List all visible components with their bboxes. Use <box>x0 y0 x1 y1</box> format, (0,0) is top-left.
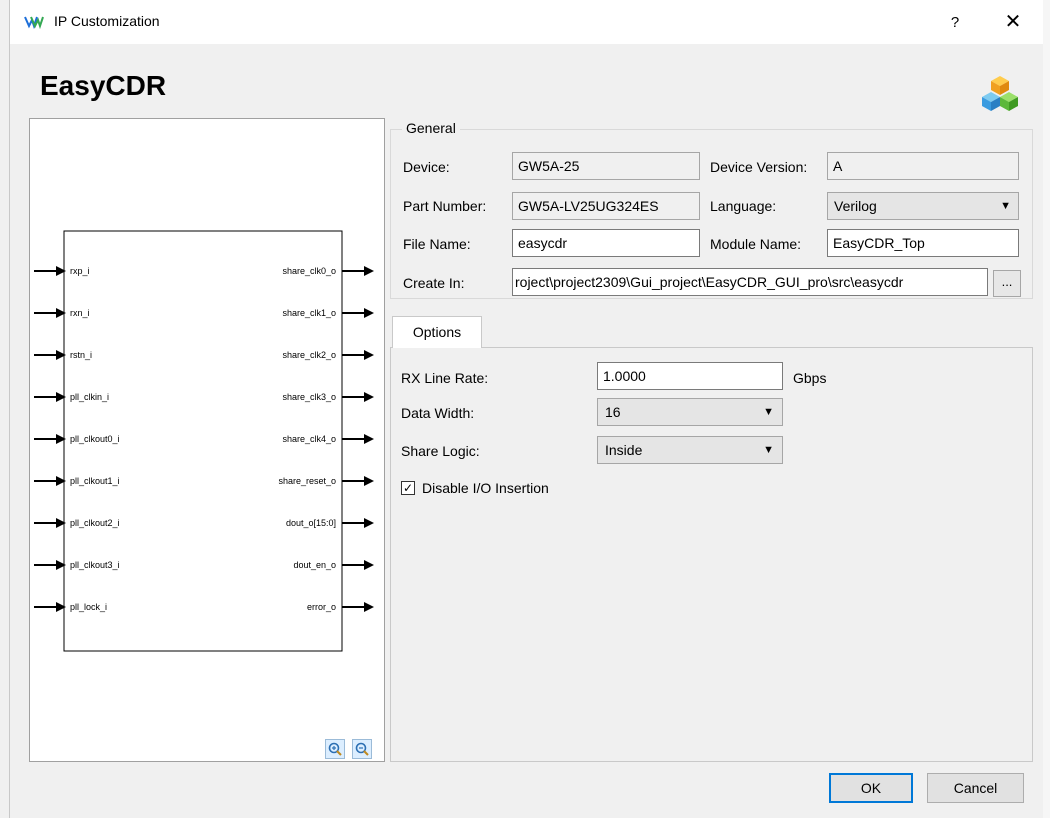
general-group-legend: General <box>402 120 460 136</box>
language-label: Language: <box>710 198 777 214</box>
device-version-field: A <box>827 152 1019 180</box>
dropdown-arrow-icon: ▼ <box>1000 200 1011 212</box>
cancel-button[interactable]: Cancel <box>927 773 1024 803</box>
window-title: IP Customization <box>54 13 160 29</box>
dialog-content: EasyCDR rxp_i rxn_i rstn_i pll_clkin_i pll_c… <box>10 44 1043 818</box>
output-port-arrow-icon <box>364 560 374 570</box>
output-port-arrow-icon <box>364 434 374 444</box>
ip-cubes-icon <box>982 76 1018 111</box>
device-field: GW5A-25 <box>512 152 700 180</box>
background-window-edge-right <box>1042 0 1050 818</box>
help-button[interactable]: ? <box>940 10 970 36</box>
output-port-arrow-icon <box>364 476 374 486</box>
part-number-label: Part Number: <box>403 198 487 214</box>
part-number-field: GW5A-LV25UG324ES <box>512 192 700 220</box>
output-port-arrow-icon <box>364 308 374 318</box>
output-port-arrow-icon <box>364 602 374 612</box>
input-port-label: pll_clkout0_i <box>70 434 120 444</box>
output-port-label: share_clk2_o <box>282 350 336 360</box>
disable-io-label[interactable]: Disable I/O Insertion <box>422 480 549 496</box>
dropdown-arrow-icon: ▼ <box>763 444 774 456</box>
output-port-arrow-icon <box>364 350 374 360</box>
rx-line-rate-label: RX Line Rate: <box>401 370 489 386</box>
output-port-arrow-icon <box>364 266 374 276</box>
title-bar[interactable]: IP Customization ? ✕ <box>10 0 1043 44</box>
share-logic-select[interactable]: Inside ▼ <box>597 436 783 464</box>
input-port-label: pll_clkin_i <box>70 392 109 402</box>
output-port-label: share_clk3_o <box>282 392 336 402</box>
device-version-label: Device Version: <box>710 159 808 175</box>
gowin-logo-icon <box>24 16 44 30</box>
file-name-input[interactable]: easycdr <box>512 229 700 257</box>
disable-io-checkbox[interactable]: ✓ <box>401 481 415 495</box>
input-port-label: pll_clkout1_i <box>70 476 120 486</box>
input-port-label: rxp_i <box>70 266 90 276</box>
close-button[interactable]: ✕ <box>995 8 1031 36</box>
create-in-input[interactable]: roject\project2309\Gui_project\EasyCDR_G… <box>512 268 988 296</box>
zoom-out-icon[interactable] <box>352 739 372 759</box>
output-port-label: share_clk4_o <box>282 434 336 444</box>
language-select[interactable]: Verilog ▼ <box>827 192 1019 220</box>
zoom-in-icon[interactable] <box>325 739 345 759</box>
module-name-input[interactable]: EasyCDR_Top <box>827 229 1019 257</box>
ip-symbol-panel[interactable]: rxp_i rxn_i rstn_i pll_clkin_i pll_clkout0_i… <box>29 118 385 762</box>
rx-line-rate-input[interactable]: 1.0000 <box>597 362 783 390</box>
tab-options[interactable]: Options <box>392 316 482 348</box>
output-port-label: dout_en_o <box>293 560 336 570</box>
share-logic-label: Share Logic: <box>401 443 480 459</box>
background-window-edge <box>0 0 10 818</box>
output-port-label: error_o <box>307 602 336 612</box>
ip-customization-dialog: IP Customization ? ✕ EasyCDR rxp_i rxn_i r… <box>10 0 1043 818</box>
checkmark-icon: ✓ <box>402 481 414 495</box>
data-width-label: Data Width: <box>401 405 475 421</box>
input-port-label: pll_clkout2_i <box>70 518 120 528</box>
browse-button[interactable]: ... <box>993 270 1021 297</box>
ok-button[interactable]: OK <box>829 773 913 803</box>
language-select-value: Verilog <box>834 198 877 214</box>
output-port-label: share_clk1_o <box>282 308 336 318</box>
data-width-select[interactable]: 16 ▼ <box>597 398 783 426</box>
input-port-label: pll_lock_i <box>70 602 107 612</box>
input-port-label: rxn_i <box>70 308 90 318</box>
data-width-select-value: 16 <box>605 404 621 420</box>
output-port-label: share_reset_o <box>278 476 336 486</box>
input-port-label: pll_clkout3_i <box>70 560 120 570</box>
output-port-label: dout_o[15:0] <box>286 518 336 528</box>
ip-title: EasyCDR <box>40 70 167 101</box>
input-port-label: rstn_i <box>70 350 92 360</box>
share-logic-select-value: Inside <box>605 442 643 458</box>
ip-symbol-diagram: rxp_i rxn_i rstn_i pll_clkin_i pll_clkout0_i… <box>34 230 374 652</box>
device-label: Device: <box>403 159 450 175</box>
rx-line-rate-unit: Gbps <box>793 370 827 386</box>
output-port-arrow-icon <box>364 392 374 402</box>
output-port-label: share_clk0_o <box>282 266 336 276</box>
output-port-arrow-icon <box>364 518 374 528</box>
create-in-label: Create In: <box>403 275 465 291</box>
file-name-label: File Name: <box>403 236 471 252</box>
dropdown-arrow-icon: ▼ <box>763 406 774 418</box>
module-name-label: Module Name: <box>710 236 802 252</box>
